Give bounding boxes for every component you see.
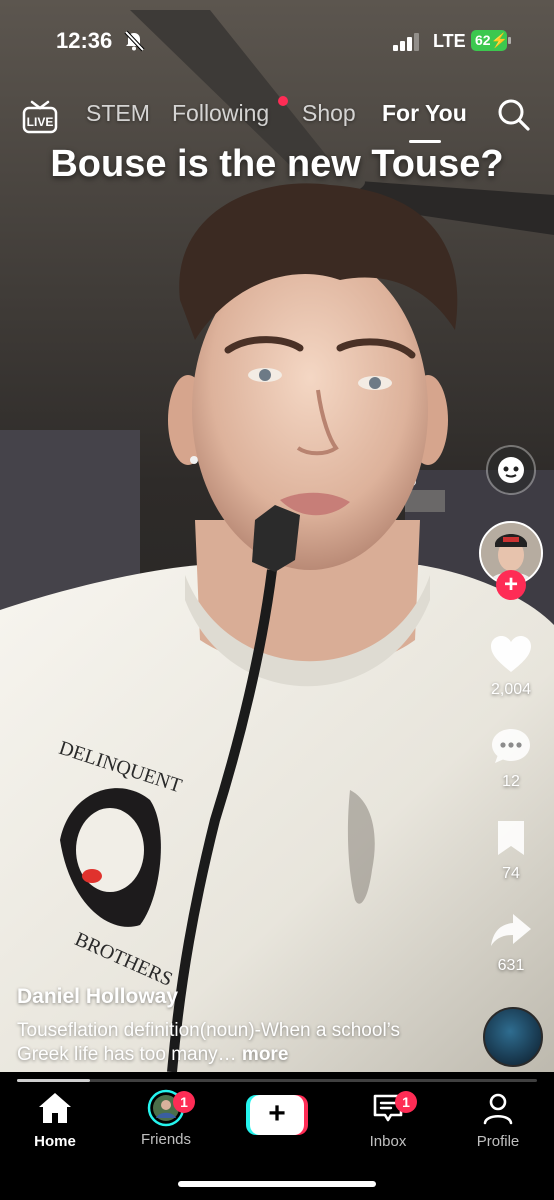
battery-icon: 62⚡ xyxy=(471,30,511,51)
cellular-signal-icon xyxy=(393,33,421,56)
comment-count: 12 xyxy=(502,773,520,790)
comment-bubble-icon xyxy=(492,729,530,763)
save-count: 74 xyxy=(502,865,520,882)
video-description[interactable]: Touseflation definition(noun)-When a sch… xyxy=(17,1019,457,1067)
share-count: 631 xyxy=(497,957,525,974)
status-time: 12:36 xyxy=(56,28,113,53)
bookmark-icon xyxy=(498,821,524,855)
search-icon[interactable] xyxy=(497,98,531,137)
network-type: LTE xyxy=(433,31,466,51)
video-overlay-title: Bouse is the new Touse? xyxy=(50,143,504,185)
share-button[interactable]: 631 xyxy=(480,910,542,975)
nav-home[interactable]: Home xyxy=(10,1091,100,1150)
nav-profile[interactable]: Profile xyxy=(453,1091,543,1150)
profile-icon xyxy=(483,1093,513,1125)
more-link[interactable]: more xyxy=(237,1044,288,1065)
home-indicator[interactable] xyxy=(178,1181,376,1187)
save-button[interactable]: 74 xyxy=(480,818,542,883)
create-button[interactable]: + xyxy=(246,1095,308,1135)
inbox-badge: 1 xyxy=(395,1091,417,1113)
progress-fill xyxy=(17,1079,90,1082)
top-nav: LIVE STEM Following Shop For You xyxy=(0,92,554,143)
silent-bell-icon xyxy=(123,30,145,57)
music-disc-icon[interactable] xyxy=(483,1007,543,1067)
tiktok-screen: DELINQUENT BROTHERS 12:36 LTE 62⚡ LIVE S… xyxy=(0,0,554,1200)
follow-plus-button[interactable]: + xyxy=(496,570,526,600)
nav-home-label: Home xyxy=(34,1133,76,1150)
home-icon xyxy=(39,1093,71,1123)
battery-level: 62 xyxy=(475,32,491,48)
author-name[interactable]: Daniel Holloway xyxy=(17,985,457,1009)
plus-icon: + xyxy=(250,1095,304,1135)
following-notification-dot xyxy=(278,96,288,106)
nav-friends[interactable]: Friends 1 xyxy=(121,1089,211,1148)
ai-chat-button[interactable] xyxy=(480,444,542,501)
tab-stem[interactable]: STEM xyxy=(86,100,150,127)
like-count: 2,004 xyxy=(490,681,532,698)
creator-avatar-button[interactable]: + xyxy=(479,521,543,600)
live-label: LIVE xyxy=(27,115,54,129)
description-text: Touseflation definition(noun)-When a sch… xyxy=(17,1020,401,1065)
nav-profile-label: Profile xyxy=(476,1133,520,1150)
video-meta: Daniel Holloway Touseflation definition(… xyxy=(17,985,457,1067)
chat-bubble-face-icon xyxy=(486,445,536,495)
comment-button[interactable]: 12 xyxy=(480,726,542,791)
like-button[interactable]: 2,004 xyxy=(480,634,542,699)
tab-shop[interactable]: Shop xyxy=(302,100,356,127)
nav-friends-label: Friends xyxy=(140,1131,192,1148)
friends-badge: 1 xyxy=(173,1091,195,1113)
tab-for-you[interactable]: For You xyxy=(382,100,467,127)
share-arrow-icon xyxy=(491,914,531,946)
nav-inbox-label: Inbox xyxy=(369,1133,407,1150)
status-bar: 12:36 LTE 62⚡ xyxy=(0,0,554,60)
live-button[interactable]: LIVE xyxy=(22,98,58,139)
tab-following[interactable]: Following xyxy=(172,100,269,127)
nav-inbox[interactable]: Inbox 1 xyxy=(343,1091,433,1150)
heart-icon xyxy=(491,636,531,672)
video-progress-bar[interactable] xyxy=(17,1079,537,1082)
